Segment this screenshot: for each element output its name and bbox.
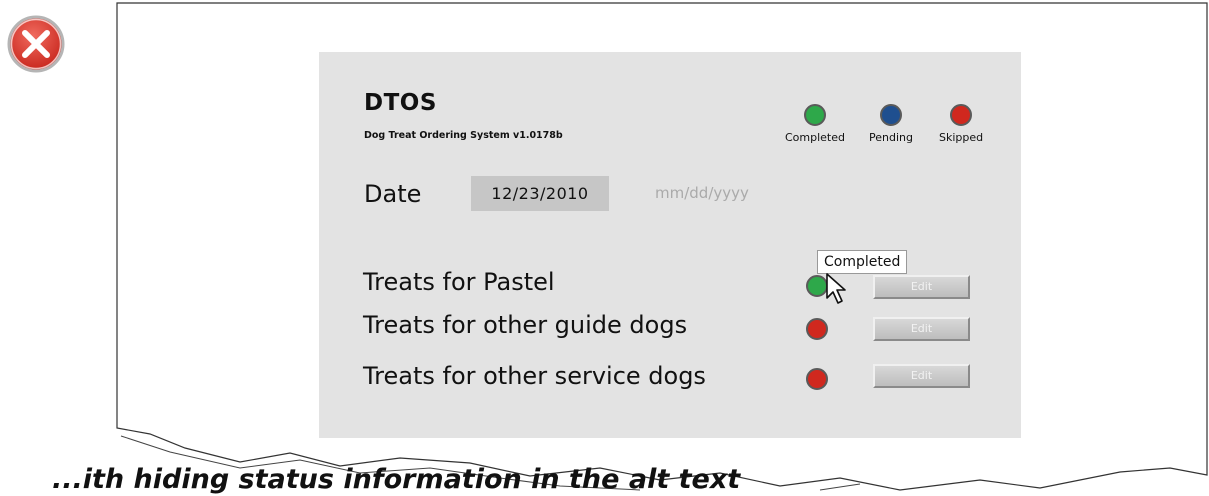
legend-label: Skipped xyxy=(939,131,984,144)
app-subtitle: Dog Treat Ordering System v1.0178b xyxy=(364,130,563,141)
edit-button-pastel[interactable]: Edit xyxy=(873,275,970,299)
legend-label: Pending xyxy=(869,131,913,144)
status-tooltip: Completed xyxy=(817,250,908,274)
edit-button-service-dogs[interactable]: Edit xyxy=(873,364,970,388)
dtos-app-window: DTOS Dog Treat Ordering System v1.0178b … xyxy=(319,52,1021,438)
edit-button-guide-dogs[interactable]: Edit xyxy=(873,317,970,341)
app-title: DTOS xyxy=(364,90,437,116)
task-label-pastel: Treats for Pastel xyxy=(363,268,555,296)
skipped-status-icon[interactable] xyxy=(806,368,828,390)
legend-label: Completed xyxy=(785,131,845,144)
legend-completed: Completed xyxy=(785,104,845,144)
task-label-service-dogs: Treats for other service dogs xyxy=(363,362,706,390)
completed-status-icon xyxy=(804,104,826,126)
legend-pending: Pending xyxy=(869,104,913,144)
pending-status-icon xyxy=(879,104,902,126)
date-format-hint: mm/dd/yyyy xyxy=(655,184,749,202)
caption-text: ...ith hiding status information in the … xyxy=(52,464,741,495)
mouse-pointer-icon xyxy=(826,273,846,304)
date-field[interactable] xyxy=(471,176,609,211)
legend-skipped: Skipped xyxy=(939,104,983,144)
skipped-status-icon[interactable] xyxy=(806,318,828,340)
task-label-guide-dogs: Treats for other guide dogs xyxy=(363,311,688,339)
date-label: Date xyxy=(364,180,422,208)
skipped-status-icon xyxy=(950,104,973,126)
